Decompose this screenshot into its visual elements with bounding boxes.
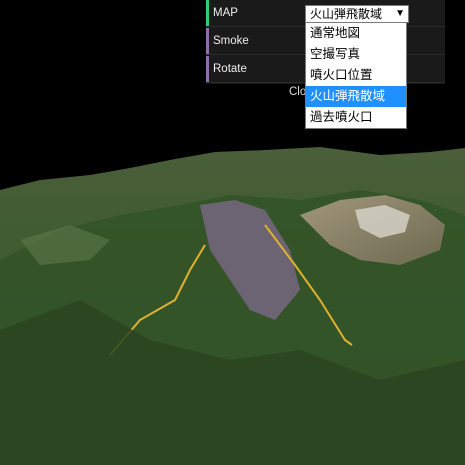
rotate-indicator <box>206 56 209 82</box>
map-option[interactable]: 噴火口位置 <box>306 65 406 86</box>
smoke-indicator <box>206 28 209 54</box>
map-select-value: 火山弾飛散域 <box>310 7 383 21</box>
map-option-selected[interactable]: 火山弾飛散域 <box>306 86 406 107</box>
smoke-label: Smoke <box>213 35 249 47</box>
map-indicator <box>206 0 209 26</box>
map-option[interactable]: 通常地図 <box>306 23 406 44</box>
close-controls-button[interactable]: Clo <box>289 86 306 98</box>
map-option[interactable]: 過去噴火口 <box>306 107 406 128</box>
map-option[interactable]: 空撮写真 <box>306 44 406 65</box>
rotate-label: Rotate <box>213 63 247 75</box>
map-label: MAP <box>213 7 238 19</box>
map-select[interactable]: 火山弾飛散域 ▼ <box>305 5 409 23</box>
map-dropdown-list: 通常地図 空撮写真 噴火口位置 火山弾飛散域 過去噴火口 <box>305 22 407 129</box>
dropdown-arrow-icon: ▼ <box>395 8 405 19</box>
